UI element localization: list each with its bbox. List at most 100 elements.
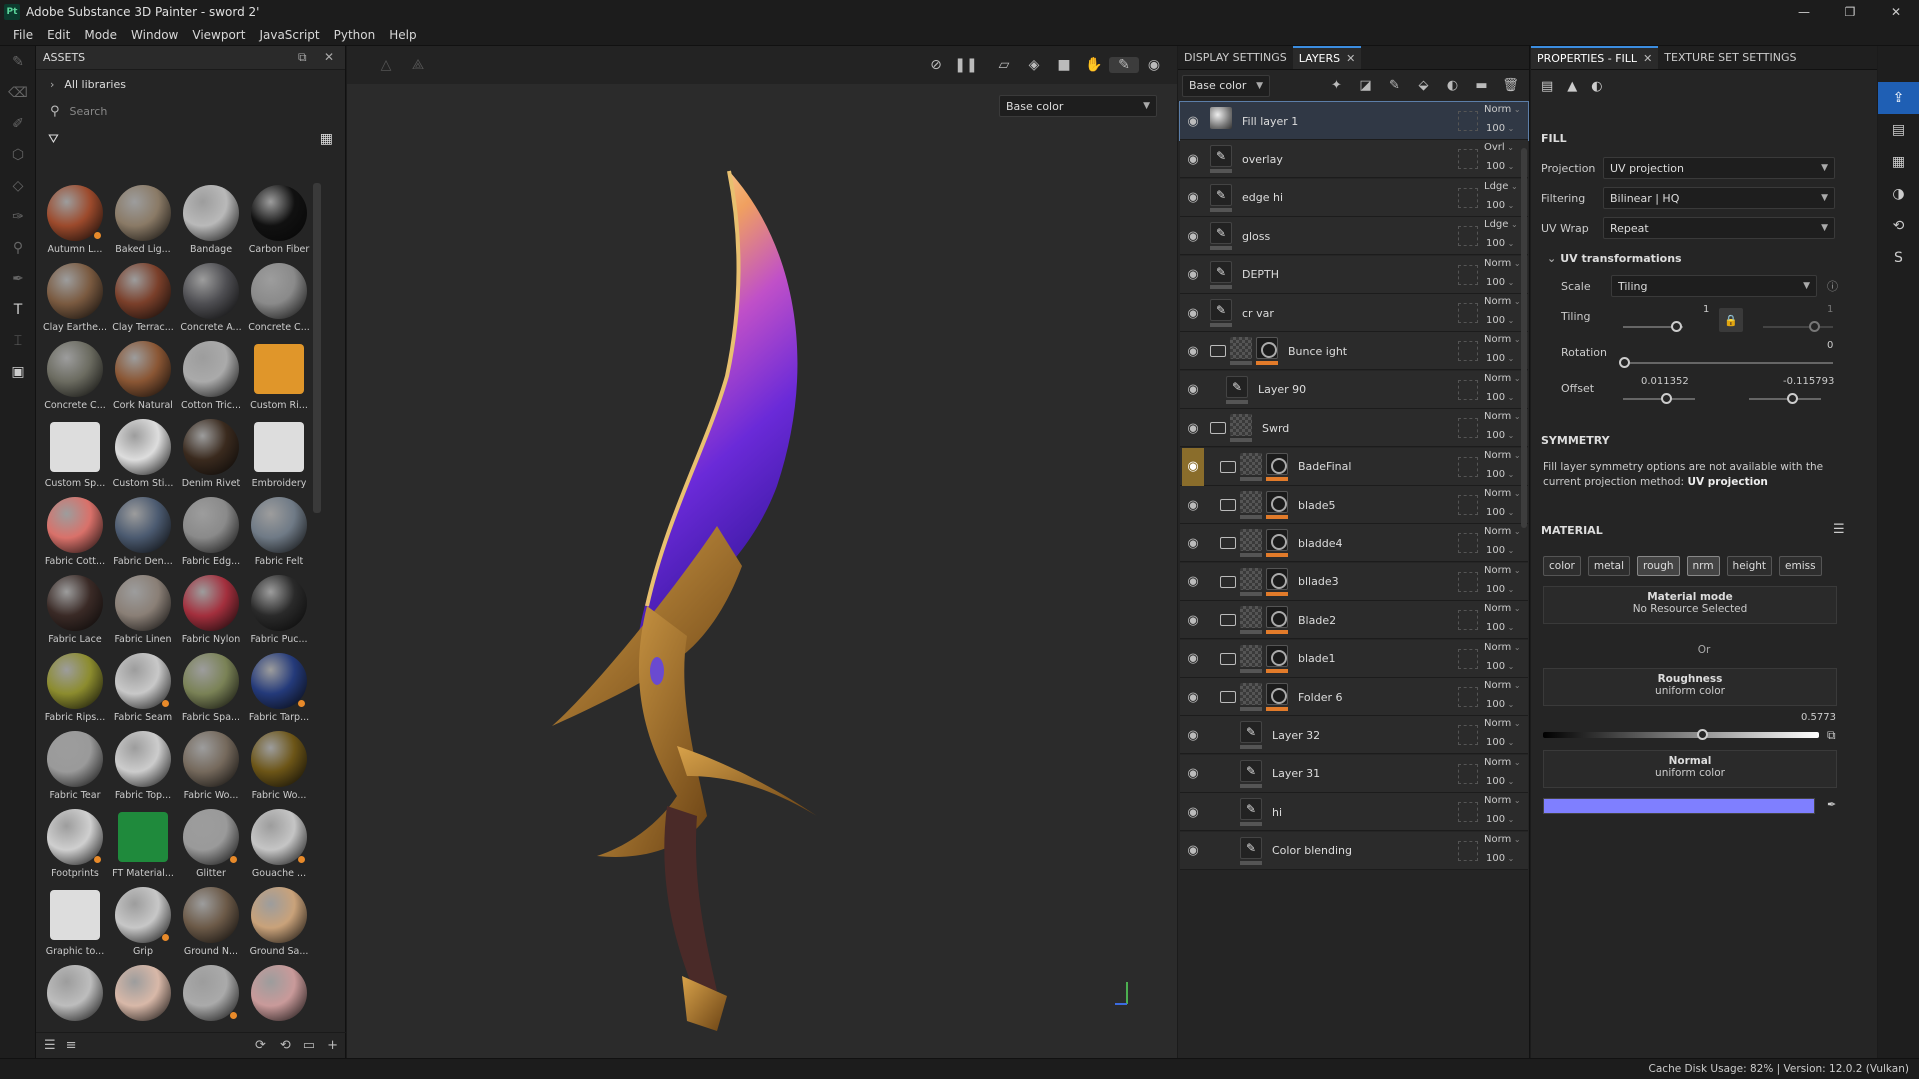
mask-icon[interactable] bbox=[1266, 529, 1288, 552]
layer-row[interactable]: ◉ Folder 6 Norm 100 bbox=[1180, 678, 1528, 716]
eye-icon[interactable]: ◉ bbox=[1182, 601, 1204, 639]
mask-icon[interactable] bbox=[1266, 683, 1288, 705]
opacity-select[interactable]: 100 bbox=[1486, 699, 1514, 710]
add-folder-icon[interactable]: ▬ bbox=[1467, 78, 1496, 93]
eye-icon[interactable]: ◉ bbox=[1182, 371, 1204, 409]
asset-tile[interactable]: Gouache ... bbox=[245, 809, 313, 885]
asset-tile[interactable]: Cork Natural bbox=[109, 341, 177, 417]
tiling-knob-v[interactable] bbox=[1809, 321, 1820, 332]
asset-tile[interactable]: FT Material... bbox=[109, 809, 177, 885]
mask-icon[interactable] bbox=[1266, 491, 1288, 513]
folder-icon[interactable] bbox=[1220, 499, 1236, 511]
fill-properties-icon[interactable]: ▤ bbox=[1541, 79, 1553, 94]
menu-viewport[interactable]: Viewport bbox=[192, 28, 245, 42]
eye-icon[interactable]: ◉ bbox=[1182, 179, 1204, 217]
roughness-value[interactable]: 0.5773 bbox=[1801, 712, 1836, 723]
tab-texture-set-settings[interactable]: TEXTURE SET SETTINGS bbox=[1658, 46, 1802, 69]
opacity-select[interactable]: 100 bbox=[1486, 469, 1514, 480]
opacity-select[interactable]: 100 bbox=[1486, 161, 1514, 172]
layer-mask-slot[interactable] bbox=[1458, 763, 1478, 784]
channel-toggle-color[interactable]: color bbox=[1543, 556, 1581, 576]
blend-mode-select[interactable]: Norm bbox=[1484, 334, 1521, 345]
layer-row[interactable]: ◉ BadeFinal Norm 100 bbox=[1180, 447, 1528, 486]
asset-tile[interactable]: Fabric Felt bbox=[245, 497, 313, 573]
filter-icon[interactable]: ⛛ bbox=[48, 132, 59, 147]
material-menu-icon[interactable]: ☰ bbox=[1833, 522, 1845, 537]
layer-row[interactable]: ◉ Fill layer 1 Norm 100 bbox=[1179, 101, 1529, 141]
geometry-mask-icon[interactable]: ▲ bbox=[1567, 79, 1577, 94]
layer-row[interactable]: ◉ bladde4 Norm 100 bbox=[1180, 524, 1528, 563]
tiling-value[interactable]: 1 bbox=[1703, 304, 1709, 315]
polygon-fill-icon[interactable]: ◇ bbox=[0, 170, 36, 201]
export-icon[interactable]: ⇪ bbox=[1878, 82, 1919, 114]
layer-name[interactable]: Color blending bbox=[1272, 832, 1352, 870]
tiling-value-v[interactable]: 1 bbox=[1827, 304, 1833, 315]
eye-icon[interactable]: ◉ bbox=[1182, 409, 1204, 447]
asset-tile[interactable]: Ground Sa... bbox=[245, 887, 313, 963]
layer-row[interactable]: ◉ ✎ DEPTH Norm 100 bbox=[1180, 255, 1528, 294]
layer-row[interactable]: ◉ ✎ Layer 31 Norm 100 bbox=[1180, 754, 1528, 793]
layer-row[interactable]: ◉ ✎ gloss Ldge 100 bbox=[1180, 217, 1528, 256]
layer-mask-slot[interactable] bbox=[1458, 226, 1478, 247]
opacity-select[interactable]: 100 bbox=[1486, 776, 1514, 787]
asset-tile[interactable]: Fabric Tear bbox=[41, 731, 109, 807]
add-smart-material-icon[interactable]: ◐ bbox=[1438, 78, 1467, 93]
eye-icon[interactable]: ◉ bbox=[1182, 793, 1204, 831]
layer-name[interactable]: Layer 90 bbox=[1258, 371, 1306, 409]
asset-tile[interactable]: Fabric Rips... bbox=[41, 653, 109, 729]
material-sphere-icon[interactable]: ◐ bbox=[1591, 79, 1602, 94]
opacity-select[interactable]: 100 bbox=[1486, 277, 1514, 288]
substance-icon[interactable]: S bbox=[1878, 242, 1919, 274]
asset-tile[interactable]: Carbon Fiber bbox=[245, 185, 313, 261]
lock-icon[interactable]: 🔒 bbox=[1719, 308, 1743, 332]
asset-tile[interactable]: Ground N... bbox=[177, 887, 245, 963]
channel-toggle-metal[interactable]: metal bbox=[1587, 556, 1631, 576]
layer-row[interactable]: ◉ ✎ Layer 90 Norm 100 bbox=[1180, 370, 1528, 409]
projection-select[interactable]: UV projection ▼ bbox=[1603, 157, 1835, 179]
color-picker-icon[interactable]: ✒ bbox=[0, 263, 36, 294]
roughness-knob[interactable] bbox=[1697, 729, 1709, 740]
asset-tile[interactable]: Cotton Tric... bbox=[177, 341, 245, 417]
asset-tile[interactable]: Fabric Linen bbox=[109, 575, 177, 651]
rotation-slider[interactable] bbox=[1619, 357, 1833, 368]
layer-mask-slot[interactable] bbox=[1458, 802, 1478, 823]
grid-view-icon[interactable]: ▦ bbox=[320, 131, 333, 147]
layer-row[interactable]: ◉ ✎ Layer 32 Norm 100 bbox=[1180, 716, 1528, 755]
layer-name[interactable]: DEPTH bbox=[1242, 256, 1279, 294]
list-view-icon[interactable]: ☰ bbox=[44, 1038, 56, 1053]
layer-mask-slot[interactable] bbox=[1458, 341, 1478, 362]
opacity-select[interactable]: 100 bbox=[1486, 353, 1514, 364]
offset-v-knob[interactable] bbox=[1787, 393, 1798, 404]
menu-help[interactable]: Help bbox=[389, 28, 416, 42]
paint-brush-icon[interactable]: ✎ bbox=[0, 46, 36, 77]
detach-panel-icon[interactable]: ⧉ bbox=[298, 50, 307, 65]
asset-search[interactable]: ⚲ Search bbox=[44, 98, 337, 124]
asset-tile[interactable] bbox=[245, 965, 313, 1041]
eye-icon[interactable]: ◉ bbox=[1182, 217, 1204, 255]
menu-window[interactable]: Window bbox=[131, 28, 178, 42]
blend-mode-select[interactable]: Norm bbox=[1484, 642, 1521, 653]
asset-tile[interactable] bbox=[109, 965, 177, 1041]
display-settings-icon[interactable]: ◑ bbox=[1878, 178, 1919, 210]
roughness-box[interactable]: Roughness uniform color bbox=[1543, 668, 1837, 706]
layer-name[interactable]: Folder 6 bbox=[1298, 678, 1343, 716]
layer-row[interactable]: ◉ Blade2 Norm 100 bbox=[1180, 601, 1528, 640]
tab-properties-fill[interactable]: PROPERTIES - FILL ✕ bbox=[1531, 46, 1659, 69]
add-effect-icon[interactable]: ✦ bbox=[1322, 78, 1351, 93]
tiling-slider[interactable] bbox=[1623, 321, 1683, 332]
layer-mask-slot[interactable] bbox=[1458, 495, 1478, 515]
opacity-select[interactable]: 100 bbox=[1486, 545, 1514, 556]
blend-mode-select[interactable]: Norm bbox=[1484, 795, 1521, 806]
blend-mode-select[interactable]: Norm bbox=[1484, 411, 1521, 422]
clone-stamp-icon[interactable]: ⚲ bbox=[0, 232, 36, 263]
eye-icon[interactable]: ◉ bbox=[1182, 640, 1204, 678]
layer-mask-slot[interactable] bbox=[1458, 149, 1478, 170]
layer-name[interactable]: hi bbox=[1272, 793, 1282, 831]
blend-mode-select[interactable]: Ldge bbox=[1484, 219, 1518, 230]
folder-icon[interactable] bbox=[1220, 691, 1236, 703]
eye-icon[interactable]: ◉ bbox=[1182, 102, 1204, 140]
asset-tile[interactable]: Custom Sp... bbox=[41, 419, 109, 495]
opacity-select[interactable]: 100 bbox=[1486, 315, 1514, 326]
rotation-value[interactable]: 0 bbox=[1827, 340, 1833, 351]
eye-icon[interactable]: ◉ bbox=[1182, 256, 1204, 294]
